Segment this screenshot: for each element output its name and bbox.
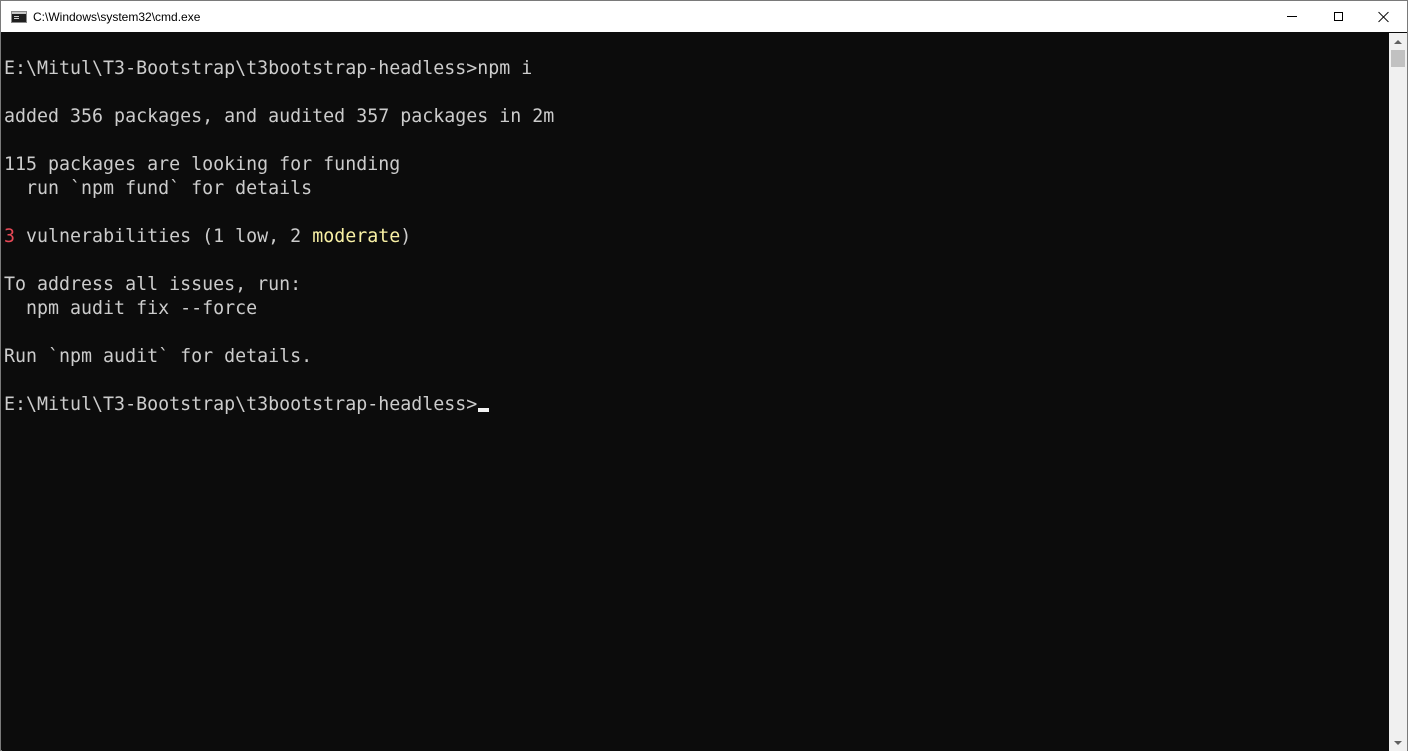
- minimize-button[interactable]: [1269, 1, 1315, 32]
- minimize-icon: [1287, 16, 1297, 17]
- console-line: To address all issues, run:: [4, 273, 301, 297]
- maximize-icon: [1333, 12, 1343, 21]
- close-icon: [1378, 11, 1390, 23]
- console-line: E:\Mitul\T3-Bootstrap\t3bootstrap-headle…: [4, 393, 490, 417]
- scroll-up-button[interactable]: [1389, 33, 1407, 50]
- console-text: added 356 packages, and audited 357 pack…: [4, 106, 555, 127]
- console-text: ): [400, 226, 412, 247]
- title-bar[interactable]: C:\Windows\system32\cmd.exe: [1, 1, 1407, 32]
- console-text: run `npm fund` for details: [4, 178, 313, 199]
- arrow-up-icon: [1394, 39, 1402, 44]
- console-output[interactable]: E:\Mitul\T3-Bootstrap\t3bootstrap-headle…: [2, 33, 1389, 751]
- console-text-red: 3: [4, 226, 16, 247]
- console-line: 115 packages are looking for funding: [4, 153, 400, 177]
- cmd-icon[interactable]: [11, 11, 27, 23]
- console-text: Run `npm audit` for details.: [4, 346, 313, 367]
- console-line: 3 vulnerabilities (1 low, 2 moderate): [4, 225, 411, 249]
- console-text: E:\Mitul\T3-Bootstrap\t3bootstrap-headle…: [4, 394, 478, 415]
- console-text: vulnerabilities (1 low, 2: [15, 226, 313, 247]
- console-line: added 356 packages, and audited 357 pack…: [4, 105, 554, 129]
- close-button[interactable]: [1361, 1, 1407, 32]
- cmd-window: C:\Windows\system32\cmd.exe E:\Mitul\T3-…: [0, 0, 1408, 751]
- text-cursor: [478, 408, 490, 412]
- console-text: npm audit fix --force: [4, 298, 258, 319]
- arrow-down-icon: [1394, 740, 1402, 745]
- maximize-button[interactable]: [1315, 1, 1361, 32]
- console-line: npm audit fix --force: [4, 297, 257, 321]
- scroll-down-button[interactable]: [1389, 734, 1407, 751]
- console-text: To address all issues, run:: [4, 274, 302, 295]
- console-text: E:\Mitul\T3-Bootstrap\t3bootstrap-headle…: [4, 58, 533, 79]
- console-line: run `npm fund` for details: [4, 177, 312, 201]
- console-line: Run `npm audit` for details.: [4, 345, 312, 369]
- vertical-scrollbar[interactable]: [1389, 33, 1407, 751]
- window-title: C:\Windows\system32\cmd.exe: [33, 10, 201, 24]
- console-line: E:\Mitul\T3-Bootstrap\t3bootstrap-headle…: [4, 57, 532, 81]
- console-text: 115 packages are looking for funding: [4, 154, 401, 175]
- console-text-yellow: moderate: [312, 226, 401, 247]
- scroll-thumb[interactable]: [1391, 50, 1405, 67]
